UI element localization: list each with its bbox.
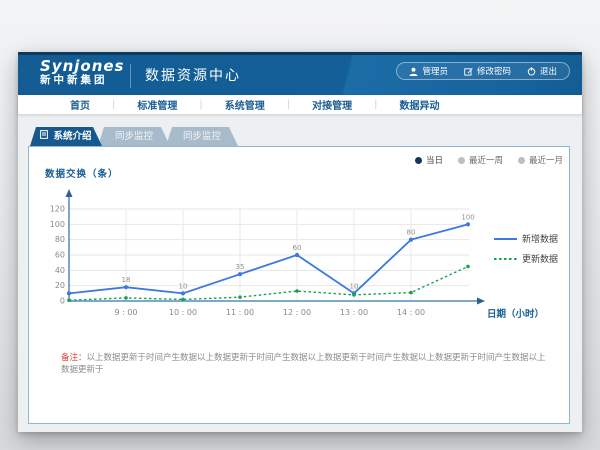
data-point [67, 291, 71, 295]
data-point [409, 291, 413, 295]
nav-item-0[interactable]: 首页 [48, 97, 112, 112]
point-label: 80 [407, 229, 416, 237]
data-point [466, 222, 470, 226]
tab-0[interactable]: 系统介绍 [30, 127, 102, 146]
point-label: 35 [236, 263, 245, 271]
logo-brand-text: Synjones [40, 58, 125, 75]
x-axis-arrow [477, 298, 485, 305]
data-point [181, 298, 185, 302]
legend-label-0: 新增数据 [522, 233, 558, 245]
point-label: 10 [179, 282, 188, 290]
company-logo[interactable]: Synjones 新中新集团 [40, 58, 125, 86]
content-area: 系统介绍同步监控同步监控 当日最近一周最近一月 数据交换（条） 02040608… [18, 114, 582, 432]
user-menu-label: 管理员 [422, 65, 448, 77]
tab-label: 同步监控 [115, 127, 153, 146]
x-tick-label: 13 : 00 [340, 308, 368, 317]
x-tick-label: 10 : 00 [169, 308, 197, 317]
y-tick-label: 40 [55, 266, 65, 275]
line-chart: 0 20 40 60 80 100 120 9 : 00 10 : 00 11 : 00 12 : … [29, 147, 571, 425]
power-icon [527, 67, 536, 76]
edit-icon [464, 67, 473, 76]
nav-item-2[interactable]: 系统管理 [203, 97, 287, 112]
x-tick-label: 14 : 00 [397, 308, 425, 317]
legend-label-1: 更新数据 [522, 253, 558, 265]
data-point [352, 293, 356, 297]
nav-item-4[interactable]: 数据异动 [378, 97, 462, 112]
user-menu-item[interactable]: 修改密码 [464, 65, 511, 77]
tab-label: 系统介绍 [53, 127, 91, 146]
user-menu-label: 退出 [540, 65, 557, 77]
user-menu-item[interactable]: 管理员 [409, 65, 448, 77]
data-point [409, 238, 413, 242]
data-point [124, 296, 128, 300]
page-title: 数据资源中心 [130, 64, 241, 88]
point-label: 18 [122, 276, 131, 284]
data-point [466, 265, 470, 269]
x-tick-label: 9 : 00 [114, 308, 137, 317]
point-label: 60 [293, 244, 302, 252]
y-axis-arrow [66, 189, 73, 197]
user-menu-item[interactable]: 退出 [527, 65, 557, 77]
y-tick-label: 0 [60, 297, 65, 306]
logo-company-name: 新中新集团 [40, 75, 125, 87]
data-point [238, 272, 242, 276]
point-label: 100 [461, 213, 474, 221]
user-menu-label: 修改密码 [477, 65, 511, 77]
data-point [295, 253, 299, 257]
y-tick-label: 80 [55, 235, 65, 244]
tab-1[interactable]: 同步监控 [98, 127, 170, 146]
x-axis-title: 日期（小时） [487, 306, 544, 320]
x-tick-label: 11 : 00 [226, 308, 254, 317]
y-tick-label: 120 [50, 205, 65, 214]
data-point [181, 291, 185, 295]
chart-panel: 当日最近一周最近一月 数据交换（条） 0204060801001209 : 00… [28, 146, 570, 424]
tab-label: 同步监控 [183, 127, 221, 146]
nav-item-3[interactable]: 对接管理 [290, 97, 374, 112]
footnote-text: 以上数据更新于时间产生数据以上数据更新于时间产生数据以上数据更新于时间产生数据以… [61, 353, 546, 375]
navbar: 首页|标准管理|系统管理|对接管理|数据异动 [18, 95, 582, 114]
data-point [295, 289, 299, 293]
document-icon [40, 127, 48, 146]
data-point [67, 298, 71, 302]
data-point [124, 285, 128, 289]
app-header: Synjones 新中新集团 数据资源中心 管理员 修改密码 退出 [18, 52, 582, 95]
y-tick-label: 100 [50, 220, 65, 229]
app-window: Synjones 新中新集团 数据资源中心 管理员 修改密码 退出 首页|标准管理|… [18, 52, 582, 432]
data-point [238, 295, 242, 299]
tab-2[interactable]: 同步监控 [166, 127, 238, 146]
footnote-prefix: 备注： [61, 353, 87, 363]
y-tick-label: 60 [55, 251, 65, 260]
y-tick-label: 20 [55, 281, 65, 290]
point-label: 10 [350, 282, 359, 290]
user-menu: 管理员 修改密码 退出 [396, 62, 570, 80]
user-icon [409, 67, 418, 76]
footnote: 备注：以上数据更新于时间产生数据以上数据更新于时间产生数据以上数据更新于时间产生… [61, 353, 553, 377]
nav-item-1[interactable]: 标准管理 [115, 97, 199, 112]
x-tick-label: 12 : 00 [283, 308, 311, 317]
tab-bar: 系统介绍 同步监控 同步监控 [30, 127, 234, 146]
